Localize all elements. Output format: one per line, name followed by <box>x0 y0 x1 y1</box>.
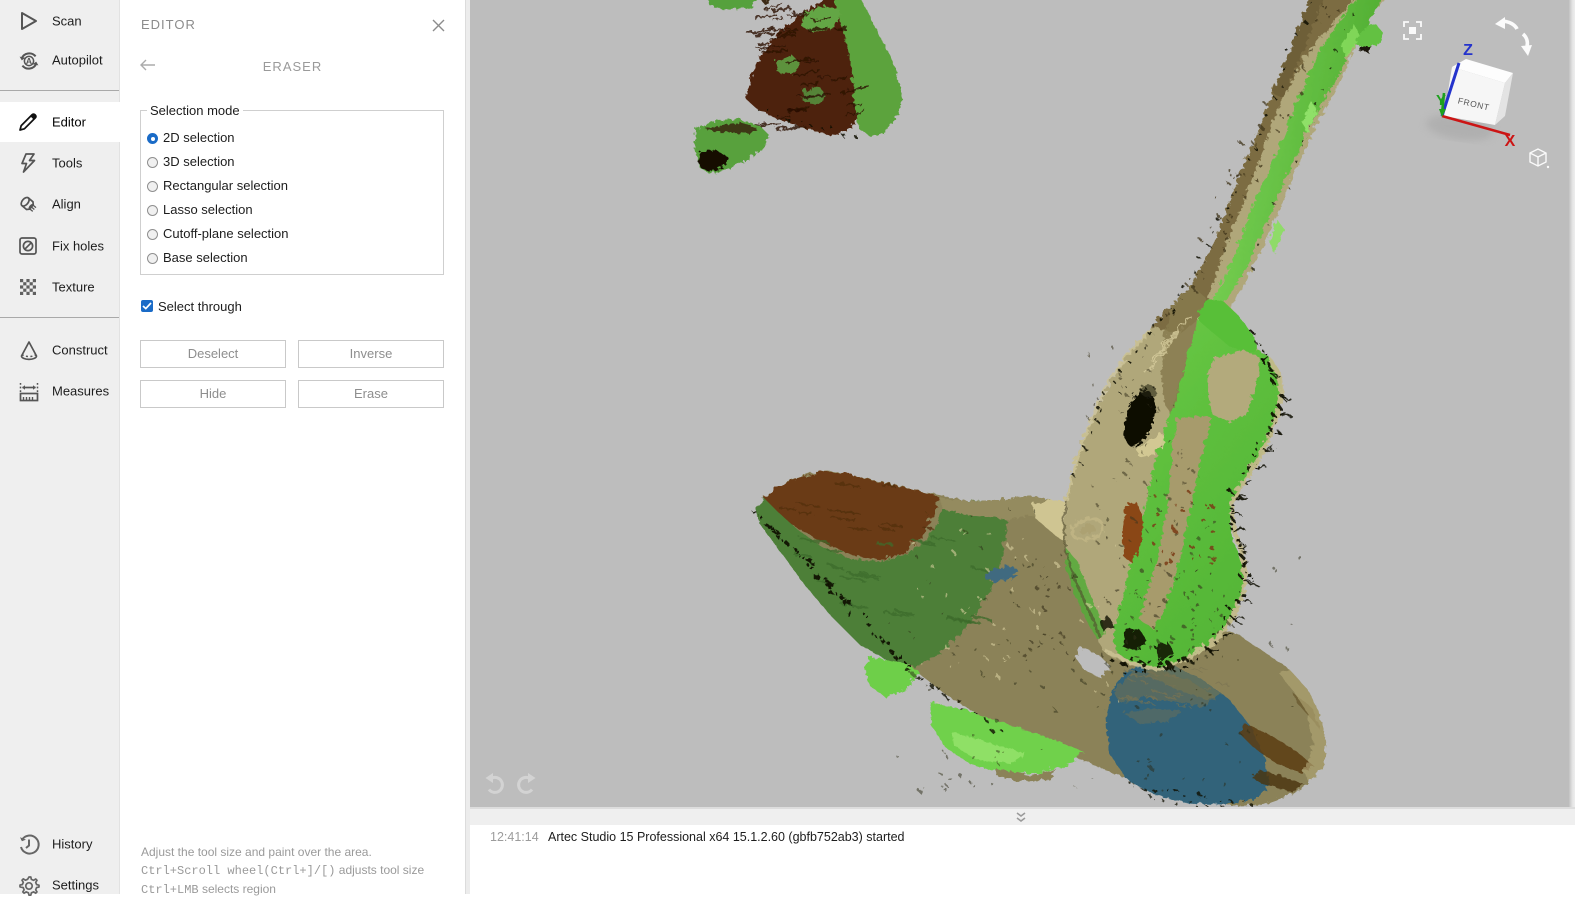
svg-text:Y: Y <box>1436 92 1446 109</box>
svg-text:X: X <box>1505 133 1516 150</box>
svg-text:Z: Z <box>1463 42 1473 59</box>
svg-text:A: A <box>26 56 32 66</box>
